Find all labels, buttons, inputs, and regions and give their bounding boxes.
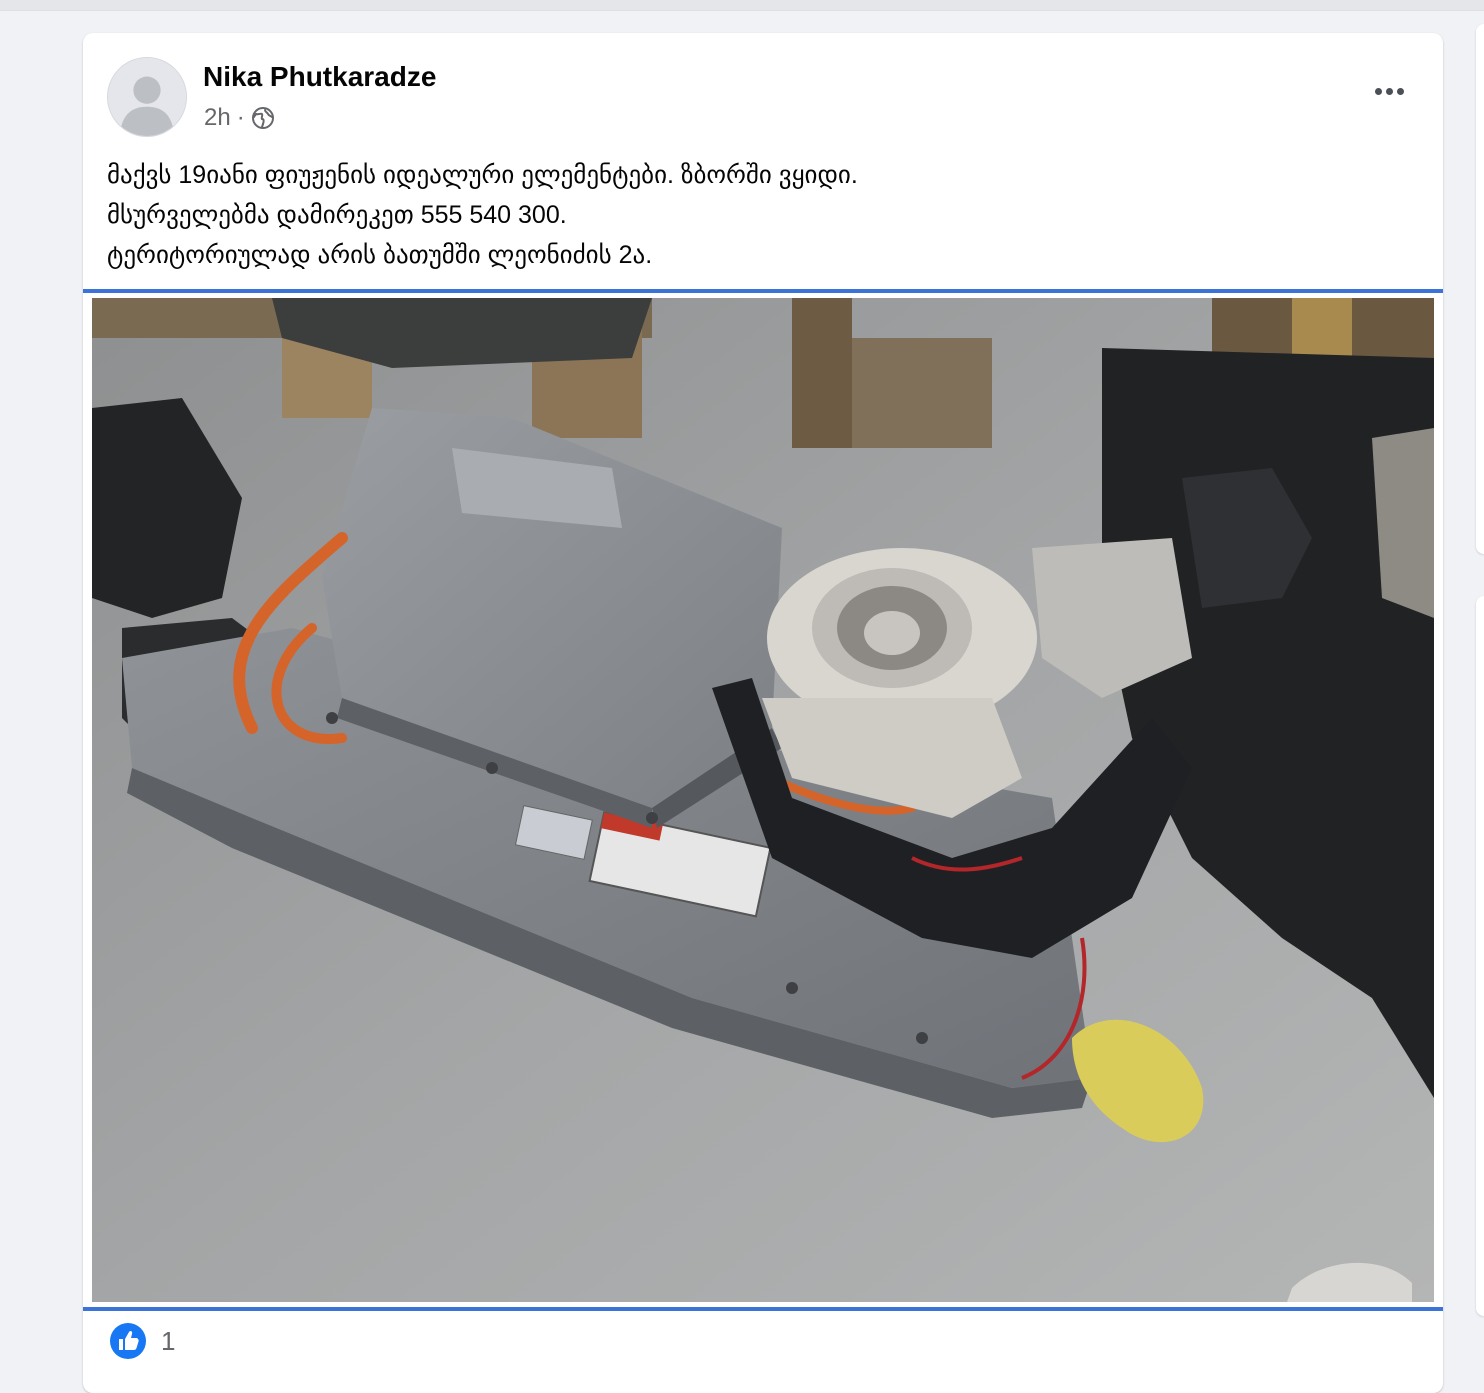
post-text-line: მსურველებმა დამირეკეთ 555 540 300. [107, 201, 567, 229]
post-header: Nika Phutkaradze 2h · [107, 57, 1419, 137]
reaction-count: 1 [161, 1325, 176, 1356]
post-photo[interactable] [83, 289, 1443, 1311]
globe-icon[interactable] [251, 106, 275, 130]
more-horizontal-icon [1374, 87, 1382, 95]
avatar[interactable] [107, 57, 187, 137]
adjacent-card-edge [1476, 596, 1484, 1316]
post-meta: 2h · [204, 104, 275, 132]
post-card: Nika Phutkaradze 2h · მაქვს 19იანი ფიუჟე… [83, 33, 1443, 1393]
post-text: მაქვს 19იანი ფიუჟენის იდეალური ელემენტებ… [107, 155, 1407, 275]
like-icon [110, 1323, 146, 1359]
post-text-line: მაქვს 19იანი ფიუჟენის იდეალური ელემენტებ… [107, 161, 858, 189]
author-name[interactable]: Nika Phutkaradze [203, 61, 436, 93]
post-timestamp[interactable]: 2h [204, 104, 231, 132]
more-options-button[interactable] [1365, 67, 1413, 115]
adjacent-card-edge [1476, 24, 1484, 554]
post-text-line: ტერიტორიულად არის ბათუმში ლეონიძის 2ა. [107, 241, 653, 269]
top-bar [0, 0, 1484, 11]
default-avatar-icon [108, 58, 186, 136]
reactions-summary[interactable]: 1 [109, 1321, 175, 1361]
meta-separator: · [236, 104, 245, 131]
hybrid-battery-photo [92, 298, 1434, 1302]
